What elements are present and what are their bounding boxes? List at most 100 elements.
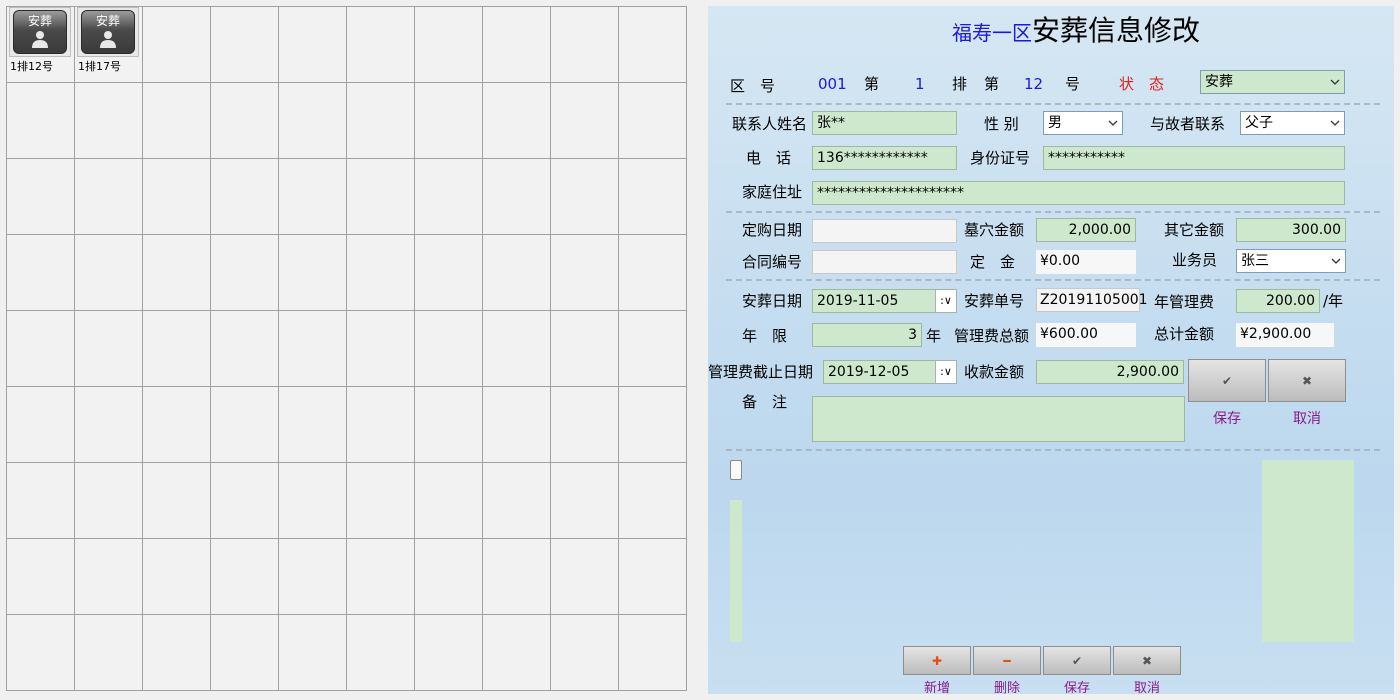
grid-cell[interactable] xyxy=(7,235,75,311)
grid-cell[interactable] xyxy=(7,539,75,615)
grid-cell[interactable] xyxy=(483,159,551,235)
calendar-dropdown-icon[interactable]: :∨ xyxy=(935,361,956,383)
annual-fee-field[interactable]: 200.00 xyxy=(1236,289,1320,313)
grid-cell[interactable] xyxy=(483,83,551,159)
grid-cell[interactable] xyxy=(619,311,687,387)
save-button[interactable]: ✔ xyxy=(1188,359,1266,402)
grid-cell[interactable] xyxy=(143,311,211,387)
grid-cell[interactable] xyxy=(551,539,619,615)
grid-cell[interactable] xyxy=(347,7,415,83)
grid-cell[interactable] xyxy=(7,387,75,463)
grid-cell[interactable] xyxy=(211,83,279,159)
grid-cell[interactable] xyxy=(75,615,143,691)
grid-cell[interactable] xyxy=(415,539,483,615)
grid-cell[interactable] xyxy=(619,235,687,311)
grid-cell[interactable] xyxy=(7,159,75,235)
grid-cell[interactable] xyxy=(415,83,483,159)
grid-cell[interactable] xyxy=(279,615,347,691)
burial-order-field[interactable]: Z20191105001 xyxy=(1036,288,1148,312)
grid-cell[interactable] xyxy=(619,615,687,691)
grid-cell[interactable] xyxy=(483,463,551,539)
grid-cell[interactable] xyxy=(415,235,483,311)
grid-cell[interactable] xyxy=(415,463,483,539)
grid-cell[interactable] xyxy=(143,7,211,83)
grid-cell[interactable] xyxy=(143,615,211,691)
years-field[interactable]: 3 xyxy=(812,323,922,347)
grid-cell[interactable] xyxy=(415,615,483,691)
relation-select[interactable]: 父子 xyxy=(1240,111,1345,135)
grid-cell[interactable] xyxy=(7,83,75,159)
grid-cell[interactable] xyxy=(347,159,415,235)
tomb-amount-field[interactable]: 2,000.00 xyxy=(1036,218,1136,242)
grid-cell[interactable] xyxy=(551,235,619,311)
grid-cell[interactable] xyxy=(279,83,347,159)
grid-cell[interactable] xyxy=(211,7,279,83)
grid-cell[interactable] xyxy=(143,387,211,463)
grid-cell[interactable] xyxy=(75,311,143,387)
grid-cell[interactable] xyxy=(347,615,415,691)
grid-cell[interactable] xyxy=(211,615,279,691)
grid-cell[interactable] xyxy=(211,235,279,311)
grid-cell[interactable] xyxy=(75,539,143,615)
grid-cell[interactable] xyxy=(415,311,483,387)
grid-cell[interactable] xyxy=(279,7,347,83)
burial-date-picker[interactable]: 2019-11-05 :∨ xyxy=(812,289,957,313)
grid-cell[interactable] xyxy=(211,539,279,615)
grid-cell[interactable] xyxy=(143,463,211,539)
grid-cell[interactable] xyxy=(619,387,687,463)
purchase-date-field[interactable] xyxy=(812,219,957,243)
grid-cell[interactable] xyxy=(347,463,415,539)
grid-cell[interactable] xyxy=(75,83,143,159)
grid-cell[interactable] xyxy=(347,83,415,159)
gender-select[interactable]: 男 xyxy=(1043,111,1123,135)
grid-cell[interactable] xyxy=(347,387,415,463)
grid-cell[interactable] xyxy=(415,387,483,463)
grid-cell[interactable] xyxy=(211,311,279,387)
plot-tile[interactable]: 安葬 xyxy=(9,7,71,57)
id-number-field[interactable]: *********** xyxy=(1043,146,1345,170)
add-button[interactable]: ✚ xyxy=(903,646,971,675)
grid-cell[interactable] xyxy=(279,539,347,615)
grid-cell[interactable] xyxy=(211,159,279,235)
grid-cell[interactable] xyxy=(483,235,551,311)
grid-cell[interactable] xyxy=(551,83,619,159)
grid-cell[interactable] xyxy=(75,463,143,539)
list-scroll-handle[interactable] xyxy=(730,460,742,480)
grid-cell[interactable] xyxy=(483,615,551,691)
contract-field[interactable] xyxy=(812,250,957,274)
grid-cell[interactable] xyxy=(279,311,347,387)
plot-button[interactable]: 安葬 xyxy=(13,10,67,54)
grid-cell[interactable] xyxy=(619,159,687,235)
grid-cell[interactable] xyxy=(75,235,143,311)
fee-deadline-picker[interactable]: 2019-12-05 :∨ xyxy=(823,360,957,384)
bottom-cancel-button[interactable]: ✖ xyxy=(1113,646,1181,675)
grid-cell[interactable] xyxy=(415,7,483,83)
grid-cell[interactable] xyxy=(75,159,143,235)
grid-cell[interactable] xyxy=(619,539,687,615)
grid-cell[interactable] xyxy=(7,463,75,539)
grid-cell[interactable] xyxy=(279,159,347,235)
cancel-button[interactable]: ✖ xyxy=(1268,359,1346,402)
grid-cell[interactable] xyxy=(7,311,75,387)
grid-cell[interactable] xyxy=(619,463,687,539)
grid-cell[interactable] xyxy=(143,159,211,235)
grid-cell[interactable] xyxy=(143,539,211,615)
grid-cell[interactable] xyxy=(619,83,687,159)
grid-cell[interactable] xyxy=(143,235,211,311)
note-textarea[interactable] xyxy=(812,396,1185,442)
grid-cell[interactable] xyxy=(551,7,619,83)
grid-cell[interactable] xyxy=(619,7,687,83)
phone-field[interactable]: 136************ xyxy=(812,146,957,170)
grid-cell[interactable] xyxy=(483,7,551,83)
grid-cell[interactable] xyxy=(347,311,415,387)
grid-cell[interactable] xyxy=(143,83,211,159)
salesman-select[interactable]: 张三 xyxy=(1236,249,1346,273)
calendar-dropdown-icon[interactable]: :∨ xyxy=(935,290,956,312)
plot-tile[interactable]: 安葬 xyxy=(77,7,139,57)
grid-cell[interactable] xyxy=(279,235,347,311)
grid-cell[interactable] xyxy=(279,387,347,463)
grid-cell[interactable] xyxy=(211,387,279,463)
grid-cell[interactable] xyxy=(211,463,279,539)
grid-cell[interactable] xyxy=(483,539,551,615)
grid-cell[interactable] xyxy=(7,615,75,691)
